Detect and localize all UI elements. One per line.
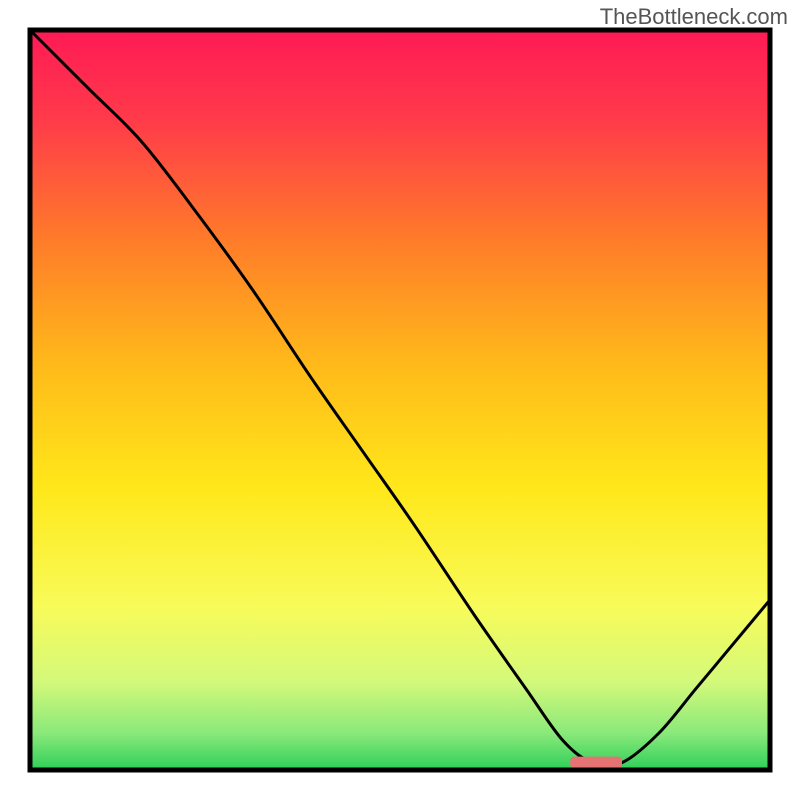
chart-container: { "watermark": "TheBottleneck.com", "cha…: [0, 0, 800, 800]
chart-svg: [0, 0, 800, 800]
valley-marker: [570, 757, 622, 769]
watermark-text: TheBottleneck.com: [600, 4, 788, 30]
